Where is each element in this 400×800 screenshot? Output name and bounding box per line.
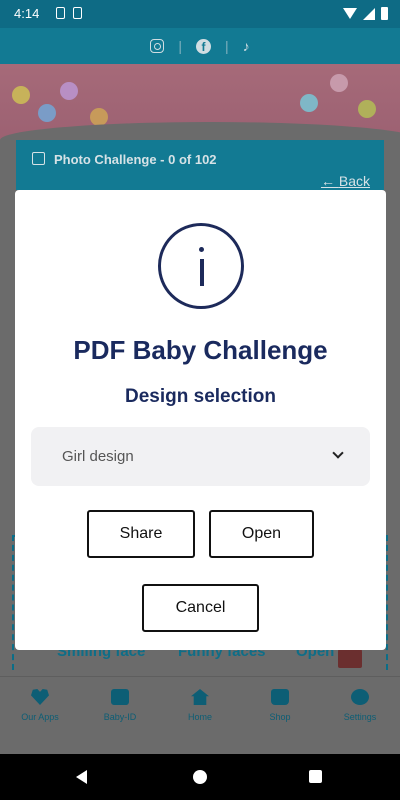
share-button[interactable]: Share (87, 510, 195, 558)
dialog-subtitle: Design selection (125, 386, 276, 407)
gear-icon (351, 689, 369, 705)
design-selection-dialog: PDF Baby Challenge Design selection Girl… (15, 190, 386, 650)
home-icon (191, 689, 209, 705)
system-home-icon[interactable] (193, 770, 207, 784)
banner-wave (0, 122, 400, 140)
divider: | (225, 38, 229, 54)
system-recents-icon[interactable] (309, 770, 322, 783)
info-icon-dot (199, 247, 204, 252)
heart-icon (31, 689, 49, 705)
system-back-icon[interactable] (76, 770, 87, 784)
bottom-navigation: Our Apps Baby-ID Home Shop Settings (0, 676, 400, 754)
decorative-banner (0, 64, 400, 140)
nav-label: Home (187, 712, 212, 722)
wifi-icon (343, 8, 357, 19)
id-card-icon (111, 689, 129, 705)
back-label: Back (338, 173, 370, 189)
flower-decoration (38, 104, 56, 122)
nav-baby-id[interactable]: Baby-ID (80, 689, 160, 722)
dropdown-value: Girl design (62, 448, 134, 465)
tiktok-icon[interactable]: ♪ (243, 38, 250, 54)
shopping-bag-icon (271, 689, 289, 705)
system-navigation (0, 754, 400, 800)
signal-icon (363, 7, 375, 20)
flower-decoration (60, 82, 78, 100)
info-icon (158, 223, 244, 309)
sd-card-icon (56, 7, 65, 19)
checkbox-icon (32, 152, 45, 165)
social-bar: | f | ♪ (0, 28, 400, 64)
nav-home[interactable]: Home (160, 689, 240, 722)
facebook-icon[interactable]: f (196, 38, 211, 54)
status-bar: 4:14 (0, 0, 400, 28)
nav-settings[interactable]: Settings (320, 689, 400, 722)
status-time: 4:14 (14, 6, 40, 21)
dialog-title: PDF Baby Challenge (73, 335, 328, 365)
flower-decoration (300, 94, 318, 112)
info-icon-bar (200, 259, 204, 286)
nav-label: Settings (343, 712, 377, 722)
open-button[interactable]: Open (209, 510, 314, 558)
cancel-button[interactable]: Cancel (142, 584, 259, 632)
divider: | (178, 38, 182, 54)
flower-decoration (12, 86, 30, 104)
system-icons (343, 7, 388, 20)
nav-shop[interactable]: Shop (240, 689, 320, 722)
nav-label: Baby-ID (103, 712, 137, 722)
chevron-down-icon (332, 447, 344, 459)
nav-label: Our Apps (21, 712, 59, 722)
flower-decoration (330, 74, 348, 92)
notification-icons (56, 7, 82, 19)
challenge-header: Photo Challenge - 0 of 102 ← Back (16, 140, 384, 190)
instagram-icon[interactable] (150, 39, 165, 53)
flower-decoration (358, 100, 376, 118)
nav-our-apps[interactable]: Our Apps (0, 689, 80, 722)
design-dropdown[interactable]: Girl design (31, 427, 370, 486)
database-icon (73, 7, 82, 19)
challenge-title: Photo Challenge - 0 of 102 (54, 152, 217, 167)
flower-decoration (90, 108, 108, 126)
battery-icon (381, 7, 388, 20)
nav-label: Shop (269, 712, 291, 722)
back-link[interactable]: ← Back (321, 173, 370, 189)
